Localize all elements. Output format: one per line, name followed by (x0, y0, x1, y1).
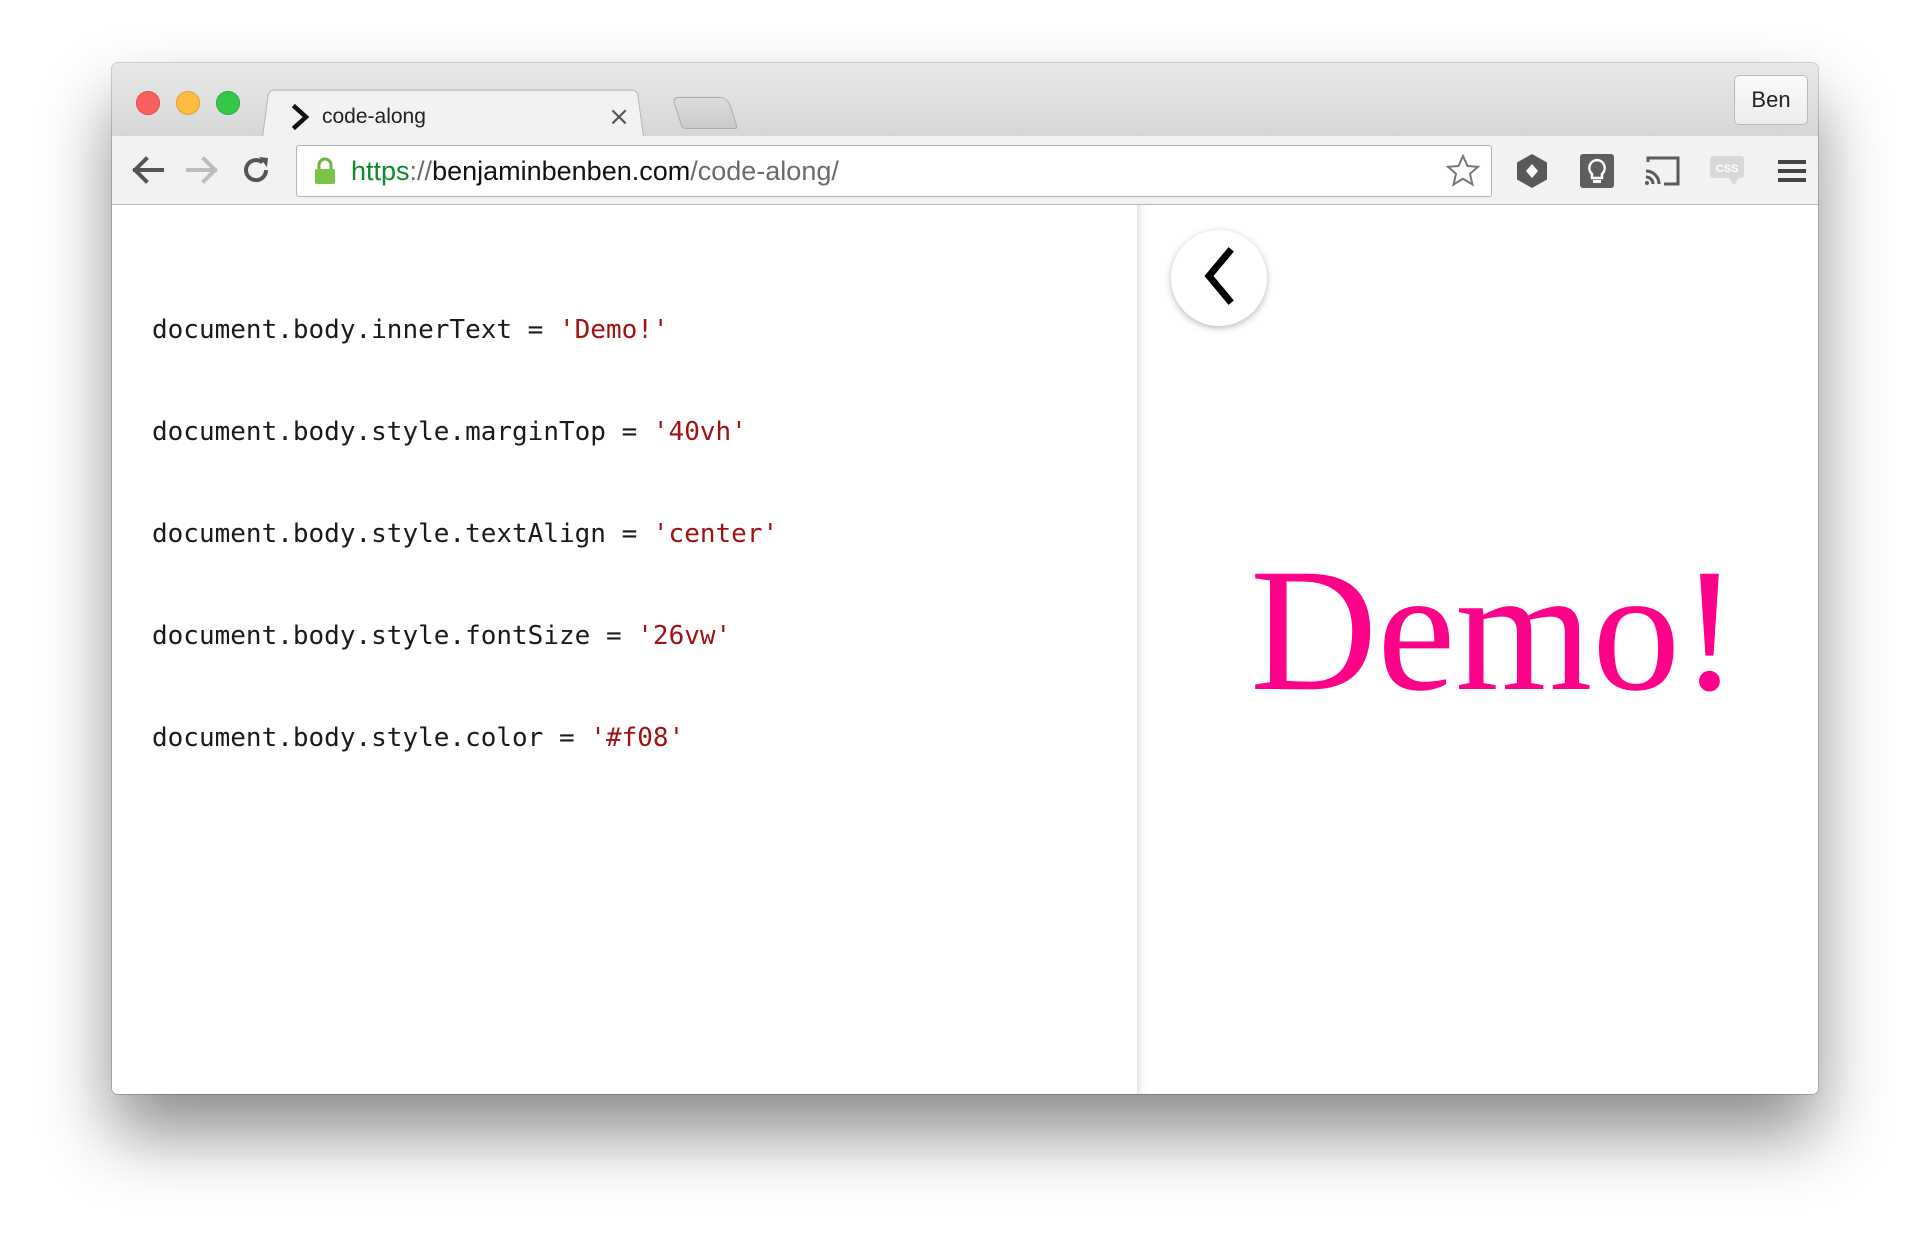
back-arrow-icon[interactable] (126, 148, 170, 192)
menu-icon[interactable] (1769, 148, 1815, 194)
chevron-left-icon (1199, 246, 1239, 311)
code-line: document.body.style.fontSize = '26vw' (152, 621, 732, 651)
profile-button[interactable]: Ben (1734, 75, 1808, 125)
zoom-window-button[interactable] (216, 91, 240, 115)
forward-arrow-icon[interactable] (180, 148, 224, 192)
pane-divider[interactable] (1137, 205, 1149, 1094)
code-line: document.body.style.marginTop = '40vh' (152, 417, 747, 447)
toolbar: https://benjaminbenben.com/code-along/ C… (112, 136, 1818, 205)
minimize-window-button[interactable] (176, 91, 200, 115)
preview-demo-text: Demo! (1250, 533, 1739, 728)
preview-pane: Demo! (1149, 205, 1818, 1094)
tab-close-icon[interactable]: × (606, 102, 632, 132)
url-text[interactable]: https://benjaminbenben.com/code-along/ (351, 156, 1441, 187)
code-lines[interactable]: document.body.innerText = 'Demo!' docume… (152, 245, 778, 823)
bookmark-star-icon[interactable] (1441, 149, 1485, 193)
collapse-preview-button[interactable] (1171, 230, 1267, 326)
chevron-right-favicon-icon (290, 104, 312, 130)
page-content: document.body.innerText = 'Demo!' docume… (112, 205, 1818, 1094)
extension-hexagon-icon[interactable] (1509, 148, 1555, 194)
close-window-button[interactable] (136, 91, 160, 115)
tab-content: code-along × (290, 97, 640, 137)
code-line: document.body.style.color = '#f08' (152, 723, 685, 753)
lock-icon[interactable] (305, 151, 345, 191)
lightbulb-icon[interactable] (1574, 148, 1620, 194)
css-viewer-icon[interactable]: CSS (1704, 148, 1750, 194)
browser-window: code-along × Ben https://benjaminbenben.… (112, 63, 1818, 1094)
code-editor[interactable]: document.body.innerText = 'Demo!' docume… (112, 205, 1137, 1094)
cast-icon[interactable] (1639, 148, 1685, 194)
tab-strip: code-along × Ben (112, 63, 1818, 137)
code-line: document.body.style.textAlign = 'center' (152, 519, 779, 549)
svg-text:CSS: CSS (1716, 163, 1739, 175)
reload-icon[interactable] (234, 148, 278, 192)
code-line: document.body.innerText = 'Demo!' (152, 315, 669, 345)
address-bar[interactable]: https://benjaminbenben.com/code-along/ (296, 145, 1492, 197)
tab-title: code-along (322, 105, 426, 128)
new-tab-button[interactable] (671, 97, 739, 129)
